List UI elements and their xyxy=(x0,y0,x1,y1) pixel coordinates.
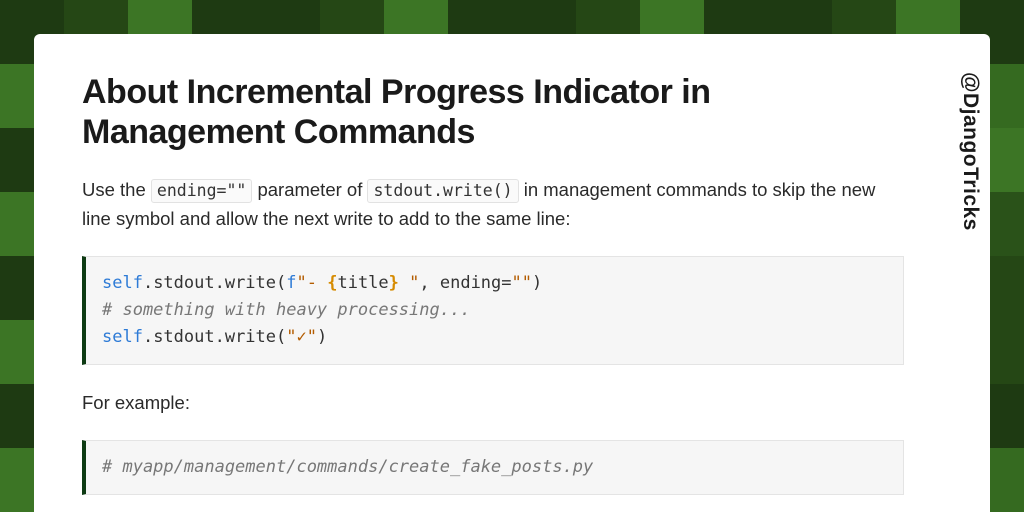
article-content: About Incremental Progress Indicator in … xyxy=(82,72,904,495)
article-title: About Incremental Progress Indicator in … xyxy=(82,72,904,152)
intro-text-mid: parameter of xyxy=(252,179,367,200)
for-example-text: For example: xyxy=(82,389,904,418)
inline-code-stdout: stdout.write() xyxy=(367,179,518,203)
intro-paragraph: Use the ending="" parameter of stdout.wr… xyxy=(82,176,904,233)
inline-code-ending: ending="" xyxy=(151,179,252,203)
author-handle: @DjangoTricks xyxy=(958,72,982,231)
article-card: @DjangoTricks About Incremental Progress… xyxy=(34,34,990,512)
code-block-2: # myapp/management/commands/create_fake_… xyxy=(82,440,904,495)
intro-text-pre: Use the xyxy=(82,179,151,200)
code-block-1: self.stdout.write(f"- {title} ", ending=… xyxy=(82,256,904,366)
